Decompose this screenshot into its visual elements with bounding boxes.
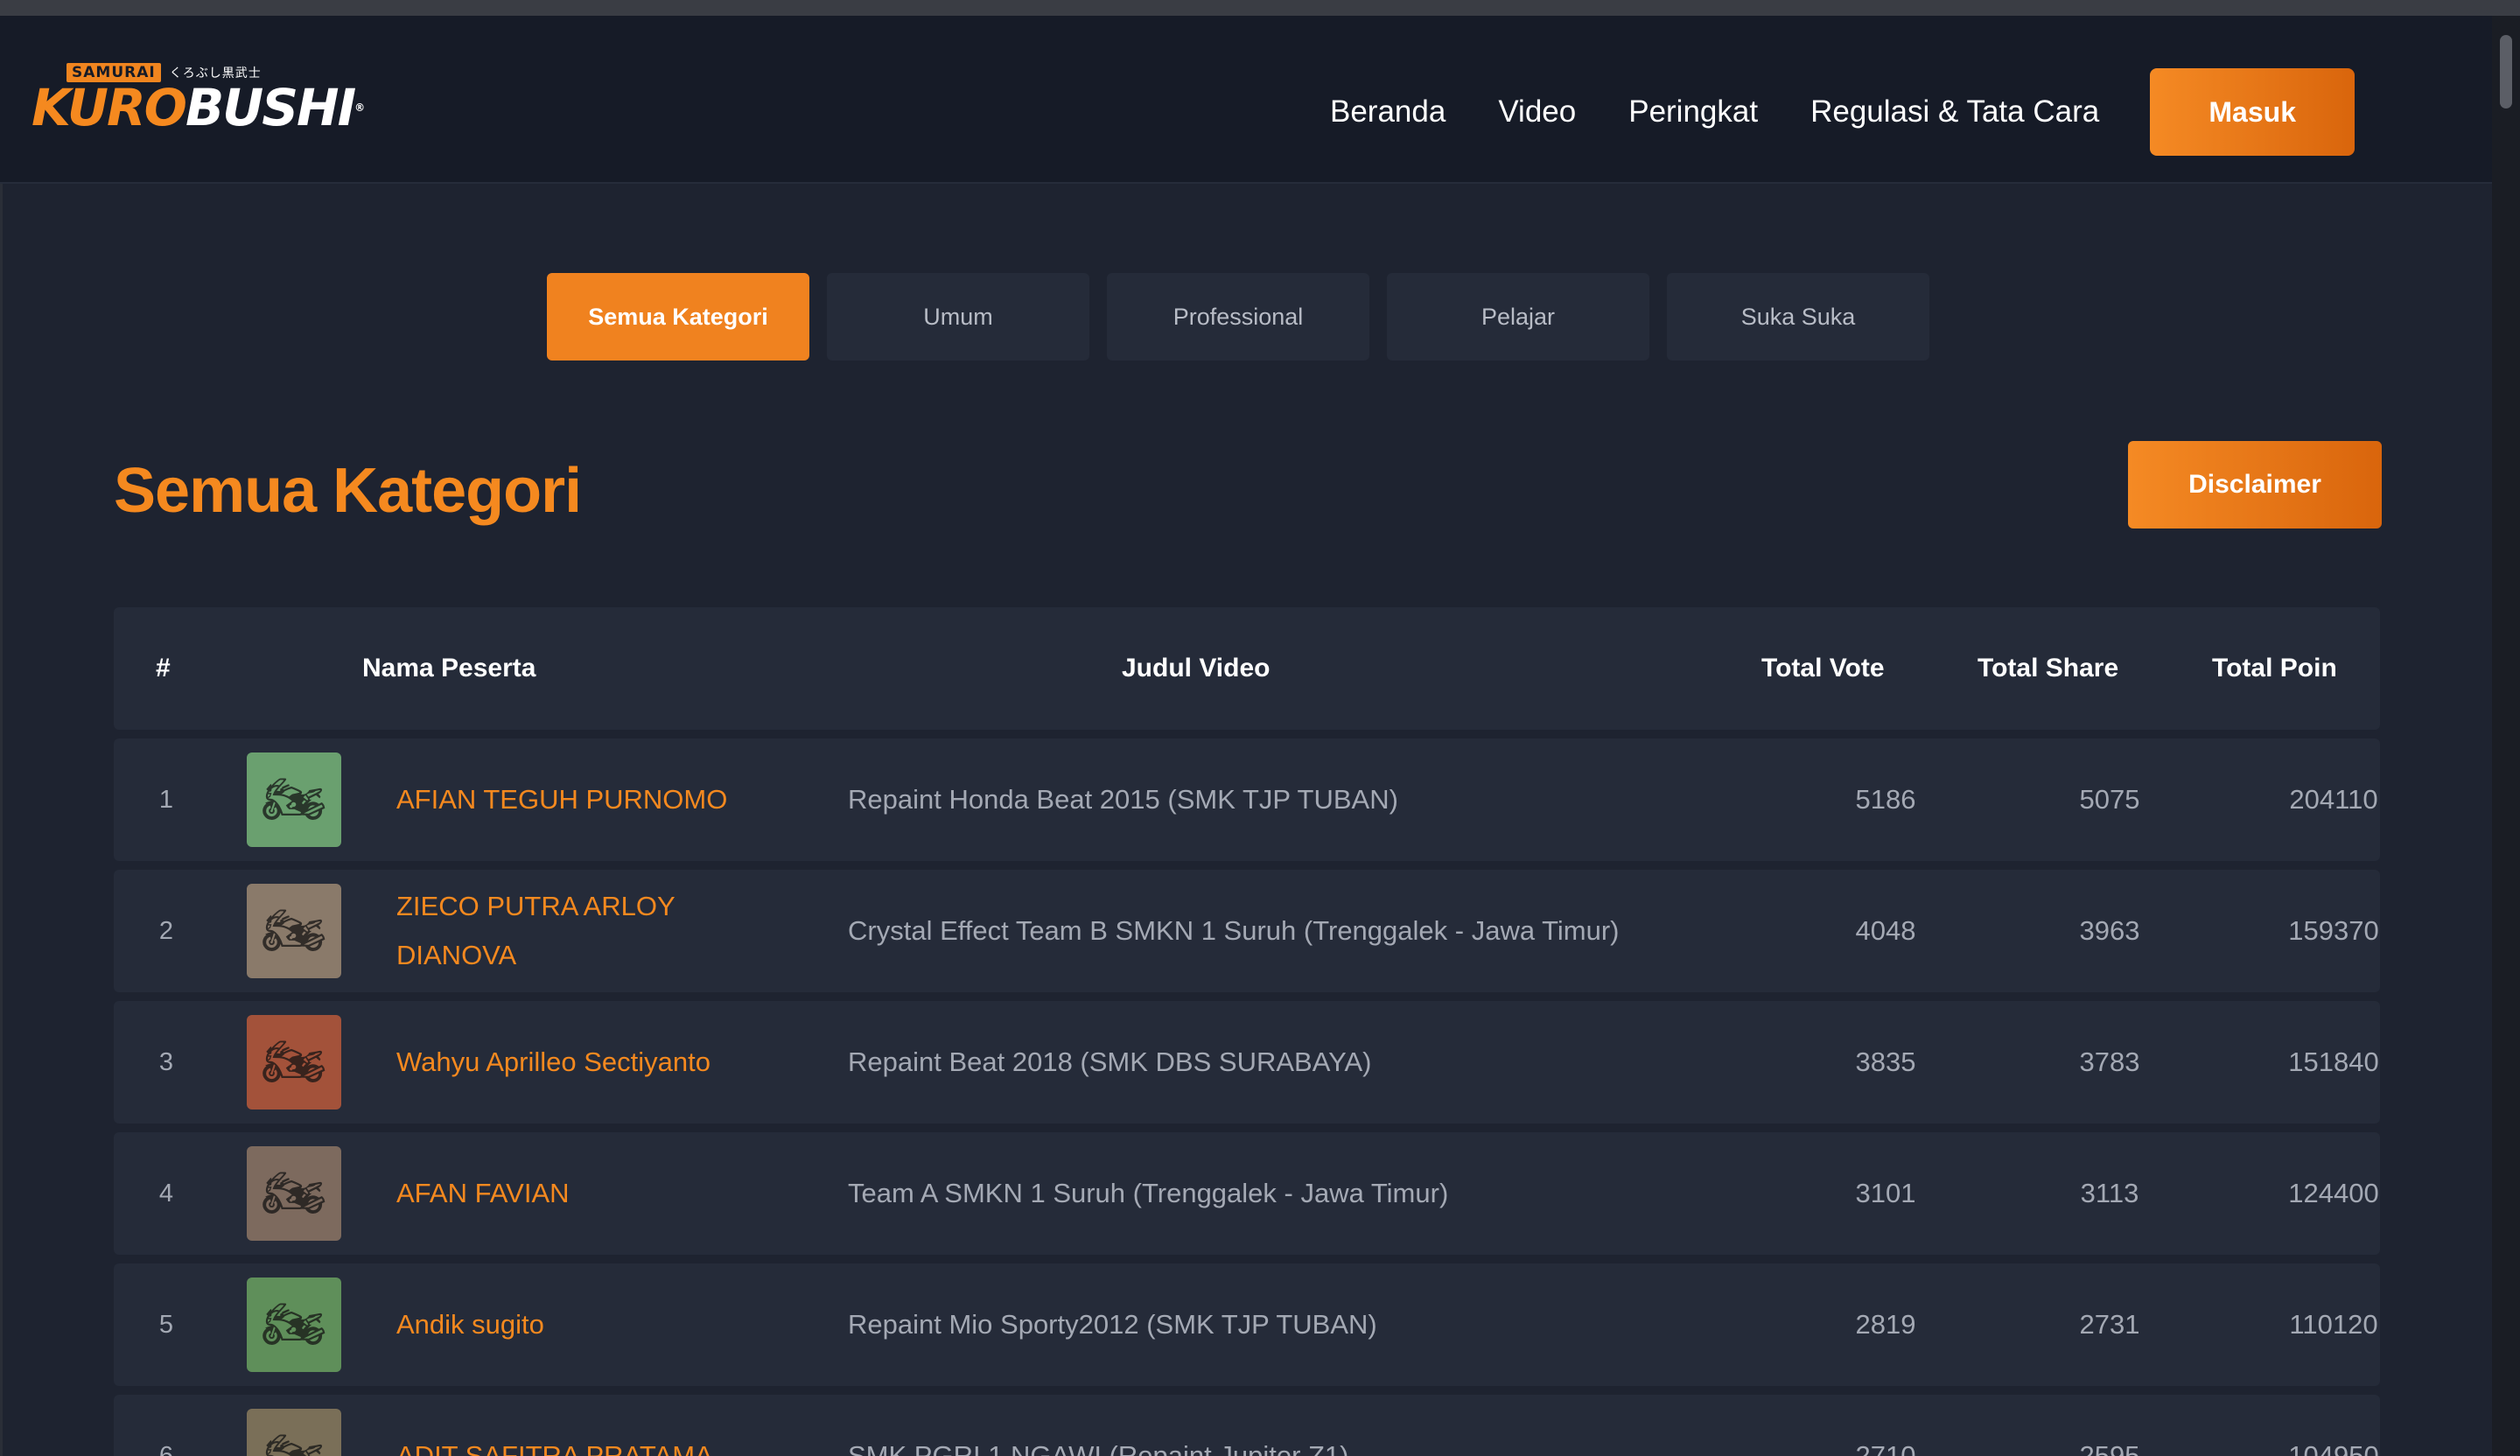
participant-name[interactable]: Andik sugito	[396, 1264, 773, 1386]
header-judul-video: Judul Video	[1122, 654, 1270, 682]
total-vote: 2819	[1855, 1309, 1916, 1340]
motorcycle-icon: 🏍	[262, 1033, 326, 1090]
row-rank: 4	[158, 1179, 174, 1208]
total-vote: 4048	[1855, 915, 1916, 946]
row-thumbnail-cell[interactable]: 🏍	[247, 1264, 341, 1386]
logo-word-kuro: KURO	[32, 78, 187, 137]
participant-thumbnail[interactable]: 🏍	[247, 1409, 341, 1456]
video-title: Repaint Beat 2018 (SMK DBS SURABAYA)	[848, 1046, 1372, 1077]
total-vote: 3835	[1855, 1046, 1916, 1077]
table-row[interactable]: 1 🏍 AFIAN TEGUH PURNOMO Repaint Honda Beat …	[114, 738, 2380, 861]
nav-link-video[interactable]: Video	[1498, 73, 1576, 151]
logo-wordmark: KUROBUSHI®	[32, 78, 365, 137]
motorcycle-icon: 🏍	[262, 1296, 326, 1353]
table-row[interactable]: 2 🏍 ZIECO PUTRA ARLOY DIANOVA Crystal Effec…	[114, 870, 2380, 992]
window-top-bar	[0, 0, 2520, 16]
main-nav: Beranda Video Peringkat Regulasi & Tata …	[1330, 68, 2356, 156]
participant-thumbnail[interactable]: 🏍	[247, 1278, 341, 1372]
participant-name[interactable]: ZIECO PUTRA ARLOY DIANOVA	[396, 870, 773, 992]
total-vote: 5186	[1855, 784, 1916, 815]
page-title: Semua Kategori	[114, 456, 582, 526]
table-row[interactable]: 6 🏍 ADIT SAFITRA PRATAMA SMK PGRI 1 NGAWI (…	[114, 1395, 2380, 1456]
logo-registered-mark: ®	[354, 102, 365, 114]
total-poin: 110120	[2289, 1309, 2378, 1340]
total-share: 3783	[2079, 1046, 2140, 1077]
video-title: Repaint Mio Sporty2012 (SMK TJP TUBAN)	[848, 1309, 1377, 1340]
header-nama-peserta: Nama Peserta	[362, 654, 536, 682]
row-rank: 5	[158, 1310, 174, 1339]
header-number: #	[156, 654, 171, 682]
participant-thumbnail[interactable]: 🏍	[247, 1146, 341, 1241]
total-share: 2595	[2079, 1440, 2140, 1456]
motorcycle-icon: 🏍	[262, 902, 326, 959]
participant-name[interactable]: AFAN FAVIAN	[396, 1132, 773, 1255]
row-rank: 1	[158, 785, 174, 814]
video-title: Team A SMKN 1 Suruh (Trenggalek - Jawa T…	[848, 1178, 1449, 1208]
row-rank: 3	[158, 1047, 174, 1076]
scrollbar-thumb[interactable]	[2500, 35, 2512, 108]
login-button[interactable]: Masuk	[2150, 68, 2356, 156]
table-header: # Nama Peserta Judul Video Total Vote To…	[114, 607, 2380, 730]
video-title: Repaint Honda Beat 2015 (SMK TJP TUBAN)	[848, 784, 1398, 815]
motorcycle-icon: 🏍	[262, 771, 326, 828]
total-share: 3113	[2080, 1178, 2139, 1208]
total-poin: 151840	[2288, 1046, 2379, 1077]
table-row[interactable]: 5 🏍 Andik sugito Repaint Mio Sporty2012 (SM…	[114, 1264, 2380, 1386]
tab-umum[interactable]: Umum	[827, 273, 1089, 360]
header-total-vote: Total Vote	[1761, 654, 1885, 682]
tab-suka-suka[interactable]: Suka Suka	[1667, 273, 1929, 360]
total-poin: 104950	[2288, 1440, 2379, 1456]
total-poin: 159370	[2288, 915, 2379, 946]
participant-thumbnail[interactable]: 🏍	[247, 884, 341, 978]
row-thumbnail-cell[interactable]: 🏍	[247, 870, 341, 992]
category-tabs: Semua Kategori Umum Professional Pelajar…	[547, 273, 1929, 360]
tab-pelajar[interactable]: Pelajar	[1387, 273, 1649, 360]
window-left-edge	[0, 16, 3, 1456]
total-vote: 2710	[1855, 1440, 1916, 1456]
table-row[interactable]: 4 🏍 AFAN FAVIAN Team A SMKN 1 Suruh (Trengg…	[114, 1132, 2380, 1255]
table-row[interactable]: 3 🏍 Wahyu Aprilleo Sectiyanto Repaint Beat …	[114, 1001, 2380, 1124]
header-total-poin: Total Poin	[2212, 654, 2337, 682]
participant-name[interactable]: AFIAN TEGUH PURNOMO	[396, 738, 773, 861]
total-poin: 124400	[2288, 1178, 2379, 1208]
header-total-share: Total Share	[1978, 654, 2119, 682]
logo-word-bushi: BUSHI	[185, 78, 356, 137]
total-share: 2731	[2079, 1309, 2140, 1340]
nav-link-peringkat[interactable]: Peringkat	[1628, 73, 1758, 151]
row-thumbnail-cell[interactable]: 🏍	[247, 738, 341, 861]
video-title: SMK PGRI 1 NGAWI (Repaint Jupiter Z1)	[848, 1440, 1349, 1456]
motorcycle-icon: 🏍	[262, 1165, 326, 1222]
nav-link-regulasi[interactable]: Regulasi & Tata Cara	[1810, 73, 2099, 151]
scrollbar-track[interactable]	[2492, 16, 2520, 1456]
total-share: 5075	[2079, 784, 2140, 815]
row-rank: 6	[158, 1441, 174, 1456]
kurobushi-logo[interactable]: SAMURAI くろぶし黒武士 KUROBUSHI®	[32, 60, 365, 140]
table-body: 1 🏍 AFIAN TEGUH PURNOMO Repaint Honda Beat …	[114, 738, 2380, 1456]
participant-name[interactable]: Wahyu Aprilleo Sectiyanto	[396, 1001, 773, 1124]
nav-link-beranda[interactable]: Beranda	[1330, 73, 1446, 151]
row-thumbnail-cell[interactable]: 🏍	[247, 1132, 341, 1255]
row-rank: 2	[158, 916, 174, 945]
participant-thumbnail[interactable]: 🏍	[247, 752, 341, 847]
tab-professional[interactable]: Professional	[1107, 273, 1369, 360]
participant-thumbnail[interactable]: 🏍	[247, 1015, 341, 1110]
ranking-table: # Nama Peserta Judul Video Total Vote To…	[114, 607, 2380, 1456]
total-share: 3963	[2079, 915, 2140, 946]
participant-name[interactable]: ADIT SAFITRA PRATAMA	[396, 1395, 773, 1456]
motorcycle-icon: 🏍	[262, 1427, 326, 1456]
row-thumbnail-cell[interactable]: 🏍	[247, 1001, 341, 1124]
total-poin: 204110	[2289, 784, 2378, 815]
tab-semua-kategori[interactable]: Semua Kategori	[547, 273, 809, 360]
total-vote: 3101	[1855, 1178, 1916, 1208]
video-title: Crystal Effect Team B SMKN 1 Suruh (Tren…	[848, 915, 1620, 946]
row-thumbnail-cell[interactable]: 🏍	[247, 1395, 341, 1456]
site-header: SAMURAI くろぶし黒武士 KUROBUSHI® Beranda Video…	[0, 16, 2492, 184]
disclaimer-button[interactable]: Disclaimer	[2128, 441, 2382, 528]
